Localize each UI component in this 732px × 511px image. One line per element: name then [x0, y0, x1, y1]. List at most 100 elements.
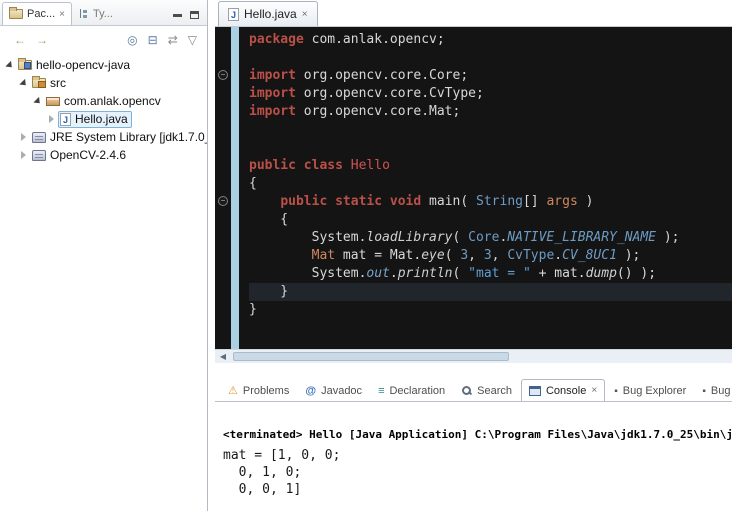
editor-horizontal-scrollbar[interactable]: ◀: [215, 349, 732, 363]
twisty-collapsed-icon[interactable]: [17, 151, 30, 159]
library-icon: [32, 132, 46, 143]
tree-item[interactable]: com.anlak.opencv: [0, 92, 207, 110]
code-line[interactable]: package com.anlak.opencv;: [249, 31, 732, 49]
back-icon[interactable]: ←: [14, 34, 26, 46]
twisty-collapsed-icon[interactable]: [45, 115, 58, 123]
scroll-left-icon[interactable]: ◀: [215, 352, 231, 361]
console-view[interactable]: <terminated> Hello [Java Application] C:…: [215, 402, 732, 498]
tree-item-label: com.anlak.opencv: [64, 94, 161, 108]
tab-type-hierarchy[interactable]: Ty...: [72, 2, 119, 25]
minimize-icon[interactable]: [173, 14, 182, 17]
tab-search[interactable]: Search: [454, 380, 519, 401]
code-line[interactable]: [249, 139, 732, 157]
tree-item-label: Hello.java: [75, 112, 128, 126]
tree-item-label: JRE System Library [jdk1.7.0_25]: [50, 130, 207, 144]
tab-problems[interactable]: Problems: [221, 380, 296, 401]
code-line[interactable]: public class Hello: [249, 157, 732, 175]
tree-item-label: OpenCV-2.4.6: [50, 148, 126, 162]
console-line: 0, 0, 1]: [223, 481, 732, 498]
src-folder-icon: [32, 78, 46, 88]
twisty-expanded-icon[interactable]: [17, 81, 30, 86]
tree-item-box[interactable]: com.anlak.opencv: [44, 93, 165, 110]
code-line[interactable]: [249, 49, 732, 67]
twisty-collapsed-icon[interactable]: [17, 133, 30, 141]
focus-task-icon[interactable]: ◎: [127, 34, 137, 46]
console-icon: [529, 386, 541, 396]
tab-label: Console: [546, 385, 586, 397]
fold-marker-icon[interactable]: [218, 196, 228, 206]
bottom-tabbar: Problems Javadoc DeclarationSearch Console ×…: [215, 374, 732, 402]
scrollbar-thumb[interactable]: [233, 352, 509, 361]
link-editor-icon[interactable]: ⇄: [168, 34, 178, 46]
editor-tab-label: Hello.java: [244, 7, 297, 21]
tree-item-box[interactable]: JRE System Library [jdk1.7.0_25]: [30, 129, 207, 146]
search-icon: [461, 385, 472, 396]
tree-item-box[interactable]: Hello.java: [58, 111, 132, 128]
code-line[interactable]: [249, 121, 732, 139]
tab-package-explorer[interactable]: Pac... ×: [2, 2, 72, 25]
tree-item-box[interactable]: src: [30, 75, 70, 92]
tab-console[interactable]: Console ×: [521, 379, 605, 402]
console-header: <terminated> Hello [Java Application] C:…: [223, 428, 732, 441]
tree-item[interactable]: OpenCV-2.4.6: [0, 146, 207, 164]
fold-marker-icon[interactable]: [218, 70, 228, 80]
tree-item-label: src: [50, 76, 66, 90]
editor-tab-hello-java[interactable]: Hello.java ×: [218, 1, 318, 26]
tab-label: Bug Explorer: [623, 385, 687, 397]
editor-code[interactable]: package com.anlak.opencv; import org.open…: [239, 27, 732, 349]
library-icon: [32, 150, 46, 161]
view-menu-icon[interactable]: ▽: [188, 34, 197, 46]
code-line[interactable]: System.out.println( "mat = " + mat.dump(…: [249, 265, 732, 283]
forward-icon[interactable]: →: [36, 34, 48, 46]
toolbar-right-group: ◎ ⊟ ⇄ ▽: [127, 34, 197, 46]
scrollbar-track[interactable]: [231, 350, 732, 363]
eclipse-window: Pac... × Ty... ← → ◎ ⊟ ⇄ ▽ hello-opencv-java s…: [0, 0, 732, 511]
tab-type-hierarchy-label: Ty...: [93, 8, 113, 20]
code-line[interactable]: import org.opencv.core.Mat;: [249, 103, 732, 121]
tab-label: Problems: [243, 385, 289, 397]
bug-icon: [702, 385, 706, 397]
tab-label: Javadoc: [321, 385, 362, 397]
code-line[interactable]: import org.opencv.core.CvType;: [249, 85, 732, 103]
console-line: 0, 1, 0;: [223, 464, 732, 481]
code-line[interactable]: }: [249, 301, 732, 319]
code-line[interactable]: public static void main( String[] args ): [249, 193, 732, 211]
code-line[interactable]: import org.opencv.core.Core;: [249, 67, 732, 85]
code-line[interactable]: }: [249, 283, 732, 301]
twisty-expanded-icon[interactable]: [31, 99, 44, 104]
code-line[interactable]: {: [249, 211, 732, 229]
tree-item[interactable]: src: [0, 74, 207, 92]
code-line[interactable]: System.loadLibrary( Core.NATIVE_LIBRARY_…: [249, 229, 732, 247]
package-explorer-toolbar: ← → ◎ ⊟ ⇄ ▽: [0, 26, 207, 53]
tab-bug[interactable]: Bug: [695, 380, 732, 401]
type-hierarchy-icon: [78, 8, 89, 19]
java-file-icon: [228, 8, 239, 21]
tree-item-label: hello-opencv-java: [36, 58, 130, 72]
maximize-icon[interactable]: [190, 11, 199, 19]
close-icon[interactable]: ×: [591, 385, 597, 396]
project-icon: [18, 60, 32, 70]
twisty-expanded-icon[interactable]: [3, 63, 16, 68]
code-editor[interactable]: package com.anlak.opencv; import org.open…: [215, 27, 732, 349]
editor-gutter: [215, 27, 231, 349]
code-line[interactable]: {: [249, 175, 732, 193]
tree-item-box[interactable]: OpenCV-2.4.6: [30, 147, 130, 164]
tree-item[interactable]: hello-opencv-java: [0, 56, 207, 74]
close-icon[interactable]: ×: [59, 9, 65, 20]
close-icon[interactable]: ×: [302, 9, 308, 20]
tab-javadoc[interactable]: Javadoc: [298, 380, 369, 401]
tab-bug-explorer[interactable]: Bug Explorer: [607, 380, 693, 401]
tab-package-explorer-label: Pac...: [27, 8, 55, 20]
tree-item[interactable]: JRE System Library [jdk1.7.0_25]: [0, 128, 207, 146]
collapse-all-icon[interactable]: ⊟: [148, 34, 158, 46]
package-explorer-view: Pac... × Ty... ← → ◎ ⊟ ⇄ ▽ hello-opencv-java s…: [0, 0, 208, 511]
code-line[interactable]: Mat mat = Mat.eye( 3, 3, CvType.CV_8UC1 …: [249, 247, 732, 265]
package-explorer-tabbar: Pac... × Ty...: [0, 0, 207, 26]
tab-declaration[interactable]: Declaration: [371, 380, 452, 401]
tree-item[interactable]: Hello.java: [0, 110, 207, 128]
view-window-controls: [173, 11, 207, 25]
tree-item-box[interactable]: hello-opencv-java: [16, 57, 134, 74]
editor-tabbar: Hello.java ×: [215, 0, 732, 27]
package-icon: [46, 97, 60, 106]
package-explorer-tree: hello-opencv-java src com.anlak.opencv Hell…: [0, 53, 207, 164]
